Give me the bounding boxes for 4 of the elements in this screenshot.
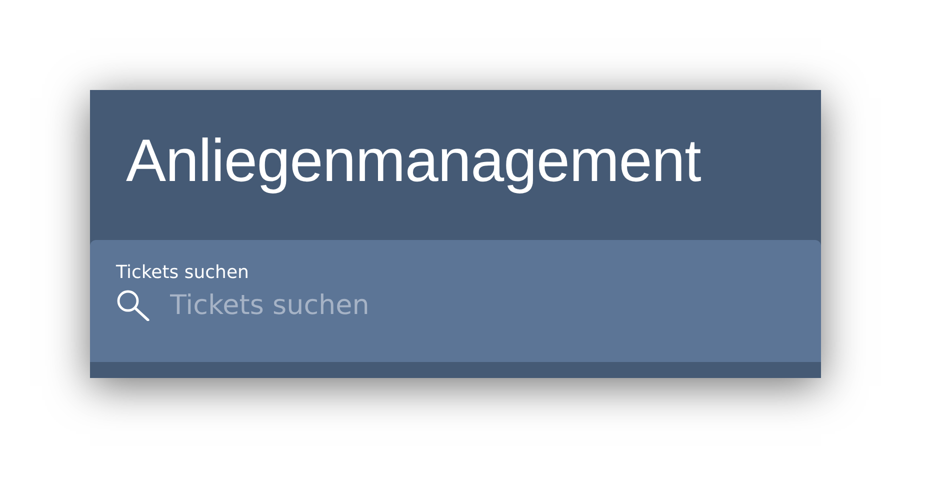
search-label: Tickets suchen [116, 262, 249, 283]
search-icon[interactable] [116, 289, 152, 321]
search-field[interactable]: Tickets suchen [170, 290, 570, 320]
page-title: Anliegenmanagement [126, 128, 701, 194]
